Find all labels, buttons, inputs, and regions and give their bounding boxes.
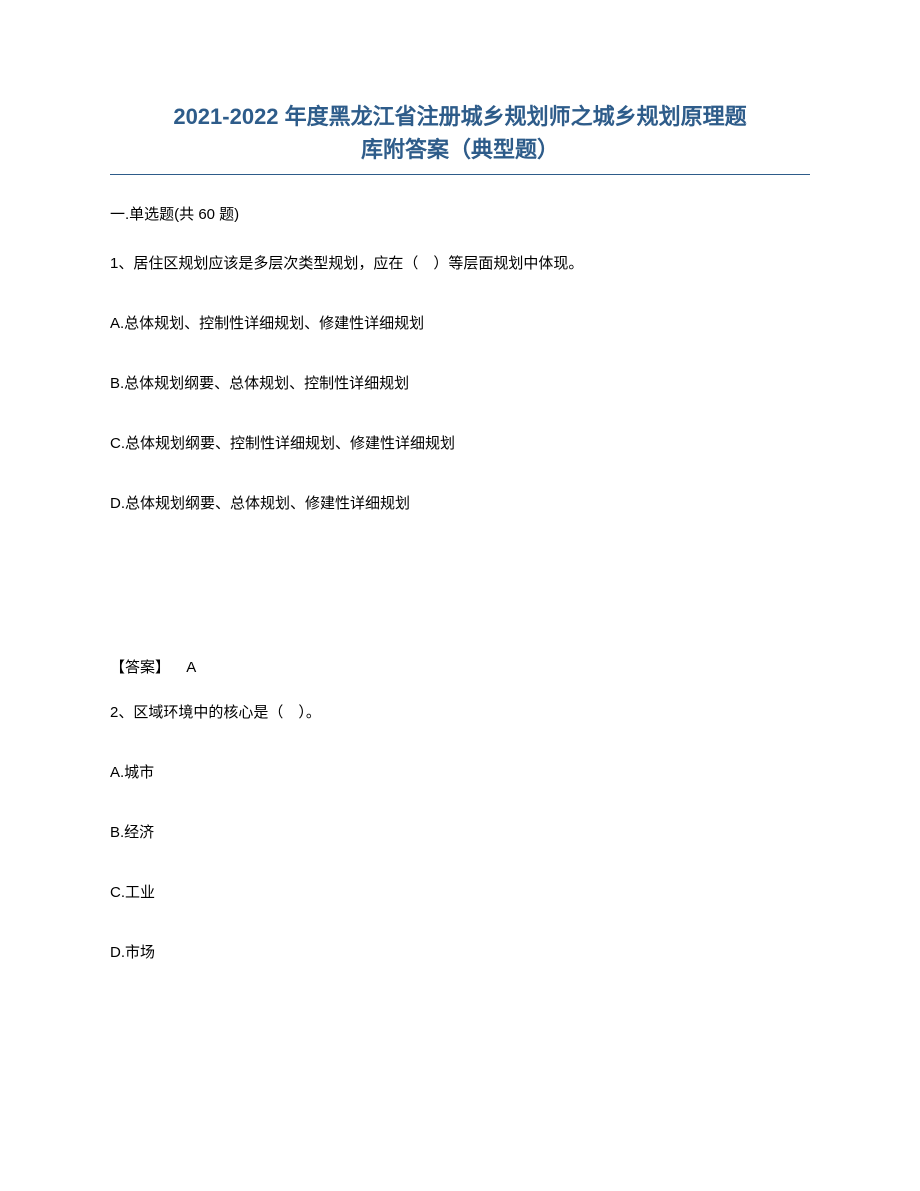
question-1-stem: 1、居住区规划应该是多层次类型规划，应在（ ）等层面规划中体现。	[110, 252, 810, 276]
question-2-option-a: A.城市	[110, 761, 810, 785]
answer-value: A	[186, 659, 196, 676]
question-2-option-b: B.经济	[110, 821, 810, 845]
question-1-option-b: B.总体规划纲要、总体规划、控制性详细规划	[110, 372, 810, 396]
title-underline	[110, 174, 810, 175]
question-1-option-a: A.总体规划、控制性详细规划、修建性详细规划	[110, 312, 810, 336]
title-line-1: 2021-2022 年度黑龙江省注册城乡规划师之城乡规划原理题	[173, 104, 746, 129]
question-1-answer: 【答案】 A	[110, 656, 810, 677]
section-header: 一.单选题(共 60 题)	[110, 203, 810, 224]
title-line-2: 库附答案（典型题）	[361, 137, 559, 162]
question-2-option-c: C.工业	[110, 881, 810, 905]
question-2-option-d: D.市场	[110, 941, 810, 965]
answer-label-text: 【答案】	[110, 659, 170, 676]
question-1-option-c: C.总体规划纲要、控制性详细规划、修建性详细规划	[110, 432, 810, 456]
question-1-option-d: D.总体规划纲要、总体规划、修建性详细规划	[110, 492, 810, 516]
document-title: 2021-2022 年度黑龙江省注册城乡规划师之城乡规划原理题 库附答案（典型题…	[110, 100, 810, 166]
question-2-stem: 2、区域环境中的核心是（ ）。	[110, 701, 810, 725]
